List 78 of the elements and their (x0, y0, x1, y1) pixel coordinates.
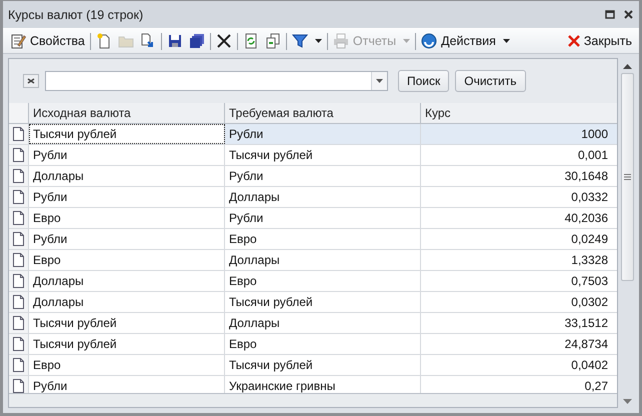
table-cell: Доллары (29, 166, 225, 186)
toolbar-button[interactable]: Действия (418, 30, 513, 52)
table-cell-text: 30,1648 (564, 168, 609, 185)
table-cell-text: 1,3328 (570, 252, 609, 269)
table-cell-text: 0,001 (576, 147, 609, 164)
scroll-up-icon[interactable] (623, 64, 632, 69)
table-cell: Доллары (29, 271, 225, 291)
delete-icon (216, 33, 232, 49)
table-cell: Рубли (29, 145, 225, 165)
table-cell-text: 0,0302 (570, 294, 609, 311)
column-header[interactable]: Курс (420, 103, 617, 123)
table-cell-text: 0,7503 (570, 273, 609, 290)
document-icon (13, 253, 24, 267)
table-cell-text: 0,0402 (570, 357, 609, 374)
table-cell-text: 0,27 (584, 378, 609, 393)
table-cell: 1000 (421, 124, 617, 144)
dropdown-icon[interactable] (376, 79, 383, 83)
table-cell-text: 33,1512 (564, 315, 609, 332)
table-cell-text: 0,0249 (570, 231, 609, 248)
table-cell: Тысячи рублей (225, 292, 421, 312)
table-cell: Евро (225, 334, 421, 354)
save-all-icon (188, 33, 205, 49)
filter-icon (292, 33, 308, 49)
table-cell: Доллары (225, 313, 421, 333)
document-icon (13, 274, 24, 288)
table-cell: Тысячи рублей (29, 334, 225, 354)
table-cell: Тысячи рублей (29, 124, 225, 144)
table-cell: Тысячи рублей (29, 313, 225, 333)
table-cell-text: 40,2036 (564, 210, 609, 227)
table-cell: Евро (29, 208, 225, 228)
search-button[interactable]: Поиск (398, 70, 450, 92)
table-cell: Рубли (225, 208, 421, 228)
document-icon (13, 211, 24, 225)
restore-icon[interactable] (605, 10, 615, 19)
clear-filter-button[interactable] (23, 74, 39, 88)
clear-button[interactable]: Очистить (455, 70, 526, 92)
refresh-icon (242, 33, 259, 49)
document-icon (13, 232, 24, 246)
scroll-thumb[interactable] (621, 73, 634, 281)
scroll-down-icon[interactable] (623, 399, 632, 404)
table-cell: Евро (225, 271, 421, 291)
new-document-icon (96, 33, 112, 49)
table-cell: Доллары (29, 292, 225, 312)
window-title: Курсы валют (19 строк) (8, 8, 144, 22)
table-cell: Рубли (29, 187, 225, 207)
document-icon (13, 316, 24, 330)
table-cell: Рубли (225, 166, 421, 186)
table-cell: Доллары (225, 250, 421, 270)
copy-icon (140, 33, 156, 49)
document-icon (13, 127, 24, 141)
document-icon (13, 295, 24, 309)
document-icon (13, 337, 24, 351)
close-icon (568, 35, 580, 47)
table-cell: Рубли (225, 124, 421, 144)
printer-icon (332, 33, 349, 49)
document-icon (13, 190, 24, 204)
table-cell: Рубли (29, 229, 225, 249)
copy-pages-icon (264, 33, 281, 49)
column-header[interactable]: Требуемая валюта (224, 103, 420, 123)
close-icon[interactable] (624, 10, 633, 19)
table-cell: Тысячи рублей (225, 145, 421, 165)
edit-icon (10, 33, 26, 49)
table-cell-text: 24,8734 (564, 336, 609, 353)
document-icon (13, 169, 24, 183)
document-icon (13, 148, 24, 162)
table-cell: Тысячи рублей (225, 355, 421, 375)
close-icon (27, 78, 35, 84)
column-header[interactable]: Исходная валюта (28, 103, 224, 123)
table-cell: Доллары (225, 187, 421, 207)
table-cell: Евро (225, 229, 421, 249)
search-field[interactable] (45, 71, 388, 91)
document-icon (13, 358, 24, 372)
table-cell: Евро (29, 355, 225, 375)
table-cell-text: 0,0332 (570, 189, 609, 206)
table-cell: Евро (29, 250, 225, 270)
toolbar-button[interactable]: Свойства (7, 30, 88, 52)
save-icon (166, 33, 183, 49)
close-button[interactable]: Закрыть (564, 30, 635, 52)
